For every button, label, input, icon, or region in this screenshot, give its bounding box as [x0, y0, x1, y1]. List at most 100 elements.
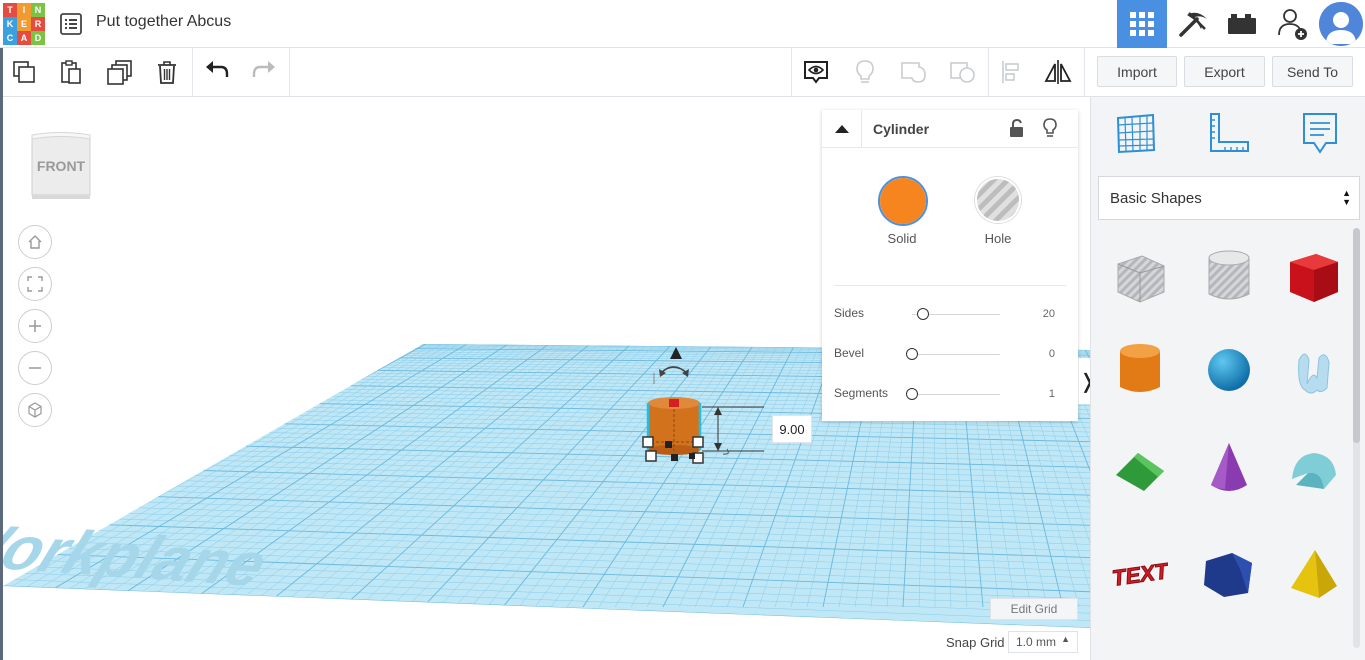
- duplicate-icon: [107, 60, 132, 85]
- shapes-panel: Basic Shapes ▲ ▼ TEXT: [1090, 97, 1365, 660]
- design-title[interactable]: Put together Abcus: [96, 13, 231, 31]
- grid-view-icon: [1130, 12, 1154, 36]
- snap-grid-value: 1.0 mm: [1016, 635, 1057, 649]
- round-roof-icon[interactable]: [1282, 436, 1346, 502]
- copy-button[interactable]: [8, 56, 40, 88]
- sphere-icon[interactable]: [1197, 337, 1261, 403]
- design-list-icon[interactable]: [58, 11, 84, 37]
- mirror-button[interactable]: [1042, 56, 1074, 88]
- redo-button[interactable]: [248, 56, 280, 88]
- import-button[interactable]: Import: [1097, 56, 1177, 87]
- shape-category-value: Basic Shapes: [1110, 189, 1202, 207]
- notes-toggle-button[interactable]: [800, 56, 832, 88]
- prop-slider-track[interactable]: [912, 394, 1000, 395]
- zoom-out-icon: [29, 367, 41, 369]
- prop-label-segments: Segments: [834, 386, 889, 400]
- logo-letter: N: [31, 3, 45, 17]
- main-toolbar: Import Export Send To: [0, 48, 1365, 97]
- zoom-out-button[interactable]: [18, 351, 52, 385]
- snap-grid-label: Snap Grid: [946, 635, 1005, 650]
- caret-up-icon: [834, 125, 849, 133]
- bricks-mode-button[interactable]: [1217, 0, 1267, 48]
- prop-value[interactable]: 20: [1043, 308, 1055, 320]
- cylinder-hole-icon[interactable]: [1197, 244, 1261, 310]
- delete-button[interactable]: [151, 56, 183, 88]
- export-button[interactable]: Export: [1184, 56, 1265, 87]
- redo-icon: [252, 61, 275, 77]
- select-arrows-icon: ▲ ▼: [1342, 188, 1351, 207]
- edit-grid-button[interactable]: Edit Grid: [990, 598, 1078, 620]
- shape-lightbulb-button[interactable]: [1041, 117, 1059, 144]
- invite-user-button[interactable]: [1267, 0, 1317, 48]
- hole-swatch[interactable]: [975, 177, 1021, 223]
- scribble-icon[interactable]: [1282, 337, 1346, 403]
- group-button[interactable]: [898, 56, 930, 88]
- align-icon: [1002, 61, 1019, 83]
- fit-view-icon: [27, 276, 43, 292]
- shape-category-select[interactable]: Basic Shapes ▲ ▼: [1098, 176, 1360, 220]
- home-view-button[interactable]: [18, 225, 52, 259]
- prop-value[interactable]: 0: [1049, 348, 1055, 360]
- logo-letter: D: [31, 31, 45, 45]
- notes-icon: [804, 61, 828, 84]
- inspector-collapse-button[interactable]: [822, 110, 862, 148]
- pyramid-icon[interactable]: [1282, 541, 1346, 607]
- view-cube[interactable]: FRONT: [29, 131, 93, 199]
- ruler-tab[interactable]: [1205, 109, 1253, 157]
- ruler-icon: [1210, 113, 1249, 152]
- tinkercad-logo[interactable]: TINKERCAD: [3, 3, 45, 45]
- prop-slider-knob[interactable]: [917, 308, 930, 320]
- shapes-scroll-thumb[interactable]: [1353, 228, 1360, 443]
- logo-letter: C: [3, 31, 17, 45]
- prop-value[interactable]: 1: [1049, 388, 1055, 400]
- prism-icon[interactable]: [1197, 541, 1261, 607]
- perspective-button[interactable]: [18, 393, 52, 427]
- add-user-icon: [1278, 9, 1307, 40]
- send-to-button[interactable]: Send To: [1272, 56, 1353, 87]
- duplicate-button[interactable]: [104, 56, 136, 88]
- grid-view-button[interactable]: [1117, 0, 1167, 48]
- logo-letter: A: [17, 31, 31, 45]
- selected-cylinder[interactable]: [642, 397, 704, 464]
- cylinder-icon[interactable]: [1108, 337, 1172, 403]
- user-avatar[interactable]: [1319, 2, 1363, 46]
- solid-swatch[interactable]: [880, 178, 926, 224]
- align-button[interactable]: [996, 56, 1028, 88]
- inspector-title: Cylinder: [873, 121, 930, 137]
- solid-label: Solid: [887, 231, 917, 246]
- height-value-input[interactable]: 9.00: [772, 415, 812, 443]
- blocks-mode-button[interactable]: [1167, 0, 1217, 48]
- prop-slider-knob[interactable]: [906, 348, 918, 360]
- dropdown-arrow-icon: ▲: [1061, 634, 1070, 644]
- ungroup-icon: [950, 62, 975, 83]
- box-icon[interactable]: [1282, 244, 1346, 310]
- svg-text:TEXT: TEXT: [1112, 558, 1168, 591]
- unlock-icon: [1010, 118, 1023, 137]
- box-hole-icon[interactable]: [1108, 244, 1172, 310]
- cone-icon[interactable]: [1197, 436, 1261, 502]
- lightbulb-icon: [1043, 118, 1057, 137]
- workplane-tab[interactable]: [1112, 109, 1160, 157]
- text-icon[interactable]: TEXT: [1108, 541, 1172, 607]
- paste-button[interactable]: [55, 56, 87, 88]
- prop-slider-knob[interactable]: [906, 388, 918, 400]
- roof-icon[interactable]: [1108, 436, 1172, 502]
- ungroup-button[interactable]: [947, 56, 979, 88]
- fit-view-button[interactable]: [18, 267, 52, 301]
- notes-tab[interactable]: [1296, 109, 1344, 157]
- undo-button[interactable]: [201, 56, 233, 88]
- mirror-icon: [1044, 60, 1072, 84]
- prop-label-sides: Sides: [834, 306, 865, 320]
- home-icon: [28, 235, 42, 249]
- lightbulb-button[interactable]: [849, 56, 881, 88]
- logo-letter: K: [3, 17, 17, 31]
- pickaxe-icon: [1179, 12, 1207, 37]
- notes-panel-icon: [1303, 113, 1337, 154]
- zoom-in-button[interactable]: [18, 309, 52, 343]
- lock-button[interactable]: [1008, 118, 1026, 143]
- prop-slider-track[interactable]: [912, 354, 1000, 355]
- logo-letter: T: [3, 3, 17, 17]
- perspective-icon: [28, 402, 42, 418]
- group-icon: [901, 62, 926, 83]
- snap-grid-select[interactable]: 1.0 mm ▲: [1008, 631, 1078, 653]
